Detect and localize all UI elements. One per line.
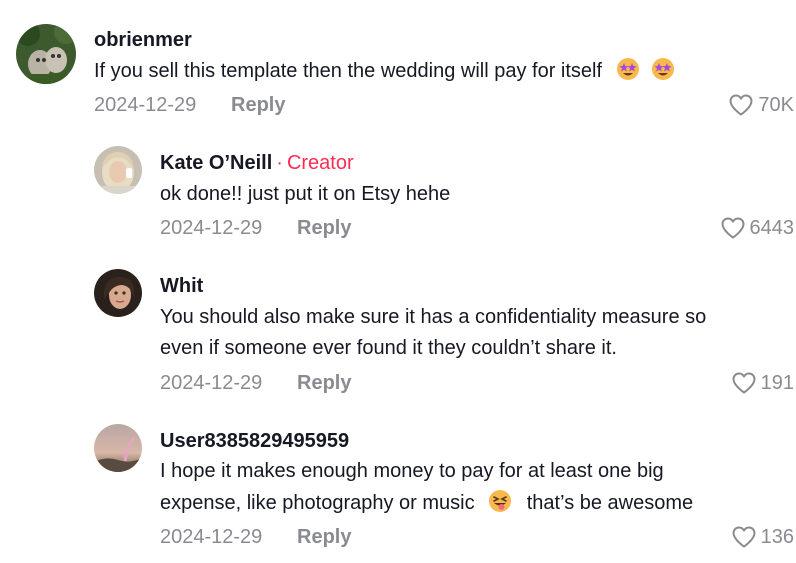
like-count: 136	[760, 526, 794, 548]
like-button[interactable]: 136	[731, 525, 794, 549]
comment-text-line: I hope it makes enough money to pay for …	[160, 460, 664, 482]
comment-text-part: that’s be awesome	[526, 492, 694, 514]
reply-button[interactable]: Reply	[297, 525, 351, 549]
comment-date: 2024-12-29	[160, 526, 263, 548]
heart-icon	[732, 526, 756, 548]
comment-item: User8385829495959 I hope it makes enough…	[0, 0, 796, 563]
comment-text-line: expense, like photography or music that’…	[160, 488, 693, 519]
comment-username[interactable]: User8385829495959	[160, 429, 349, 453]
avatar[interactable]	[94, 424, 142, 472]
comment-text-part: expense, like photography or music	[160, 492, 475, 514]
squinting-tongue-emoji-icon	[489, 490, 512, 512]
